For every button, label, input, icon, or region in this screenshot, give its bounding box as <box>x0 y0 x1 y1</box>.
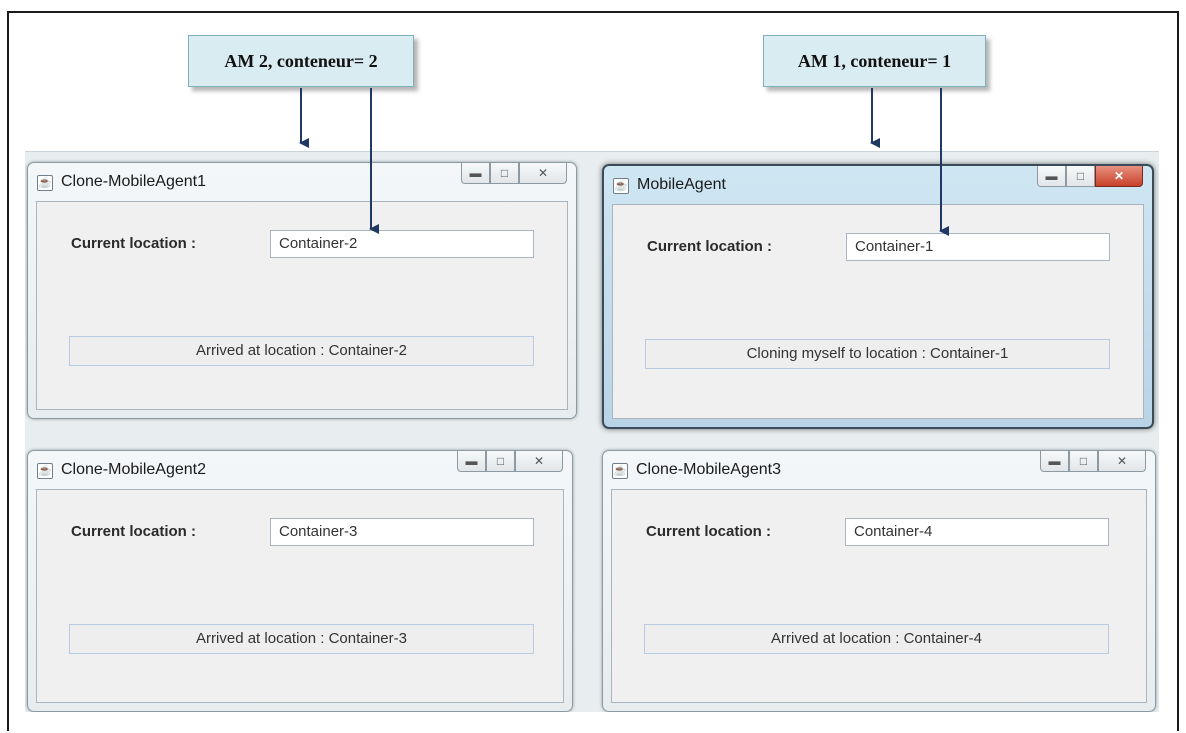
window-controls: ▬ □ ✕ <box>1040 451 1146 473</box>
current-location-field[interactable]: Container-1 <box>846 233 1110 261</box>
current-location-label: Current location : <box>647 238 773 255</box>
window-content: Current location : Container-2 Arrived a… <box>36 201 568 410</box>
current-location-field[interactable]: Container-4 <box>845 518 1109 546</box>
window-titlebar[interactable]: ☕ Clone-MobileAgent1 ▬ □ ✕ <box>28 163 576 201</box>
minimize-icon[interactable]: ▬ <box>461 163 490 184</box>
close-icon[interactable]: ✕ <box>515 451 563 472</box>
close-icon[interactable]: ✕ <box>1098 451 1146 472</box>
maximize-icon[interactable]: □ <box>1066 166 1095 187</box>
window-titlebar[interactable]: ☕ Clone-MobileAgent3 ▬ □ ✕ <box>603 451 1155 489</box>
minimize-icon[interactable]: ▬ <box>457 451 486 472</box>
maximize-icon[interactable]: □ <box>486 451 515 472</box>
current-location-label: Current location : <box>71 235 197 252</box>
maximize-icon[interactable]: □ <box>490 163 519 184</box>
window-controls: ▬ □ ✕ <box>1037 166 1143 188</box>
screenshot-area: ☕ Clone-MobileAgent1 ▬ □ ✕ Current locat… <box>25 151 1159 712</box>
window-title: Clone-MobileAgent3 <box>636 461 781 478</box>
window-content: Current location : Container-3 Arrived a… <box>36 489 564 703</box>
window-titlebar[interactable]: ☕ Clone-MobileAgent2 ▬ □ ✕ <box>28 451 572 489</box>
current-location-label: Current location : <box>646 523 772 540</box>
current-location-field[interactable]: Container-3 <box>270 518 534 546</box>
status-label: Arrived at location : Container-3 <box>69 624 534 654</box>
window-controls: ▬ □ ✕ <box>461 163 567 185</box>
window-title: Clone-MobileAgent2 <box>61 461 206 478</box>
window-content: Current location : Container-1 Cloning m… <box>612 204 1144 419</box>
callout-am2: AM 2, conteneur= 2 <box>188 35 414 87</box>
status-label: Arrived at location : Container-4 <box>644 624 1109 654</box>
current-location-label: Current location : <box>71 523 197 540</box>
window-clone-mobileagent3: ☕ Clone-MobileAgent3 ▬ □ ✕ Current locat… <box>602 450 1156 712</box>
maximize-icon[interactable]: □ <box>1069 451 1098 472</box>
callout-am1-label: AM 1, conteneur= 1 <box>797 50 952 71</box>
close-icon[interactable]: ✕ <box>1095 166 1143 187</box>
status-label: Arrived at location : Container-2 <box>69 336 534 366</box>
window-clone-mobileagent1: ☕ Clone-MobileAgent1 ▬ □ ✕ Current locat… <box>27 162 577 419</box>
window-controls: ▬ □ ✕ <box>457 451 563 473</box>
java-app-icon: ☕ <box>37 463 53 479</box>
java-app-icon: ☕ <box>612 463 628 479</box>
window-mobileagent: ☕ MobileAgent ▬ □ ✕ Current location : C… <box>602 164 1154 429</box>
current-location-field[interactable]: Container-2 <box>270 230 534 258</box>
callout-am2-label: AM 2, conteneur= 2 <box>224 50 378 71</box>
callout-am1: AM 1, conteneur= 1 <box>763 35 986 87</box>
window-title: Clone-MobileAgent1 <box>61 173 206 190</box>
close-icon[interactable]: ✕ <box>519 163 567 184</box>
window-clone-mobileagent2: ☕ Clone-MobileAgent2 ▬ □ ✕ Current locat… <box>27 450 573 712</box>
minimize-icon[interactable]: ▬ <box>1037 166 1066 187</box>
minimize-icon[interactable]: ▬ <box>1040 451 1069 472</box>
window-title: MobileAgent <box>637 176 726 193</box>
java-app-icon: ☕ <box>613 178 629 194</box>
status-label: Cloning myself to location : Container-1 <box>645 339 1110 369</box>
java-app-icon: ☕ <box>37 175 53 191</box>
window-content: Current location : Container-4 Arrived a… <box>611 489 1147 703</box>
window-titlebar[interactable]: ☕ MobileAgent ▬ □ ✕ <box>604 166 1152 204</box>
